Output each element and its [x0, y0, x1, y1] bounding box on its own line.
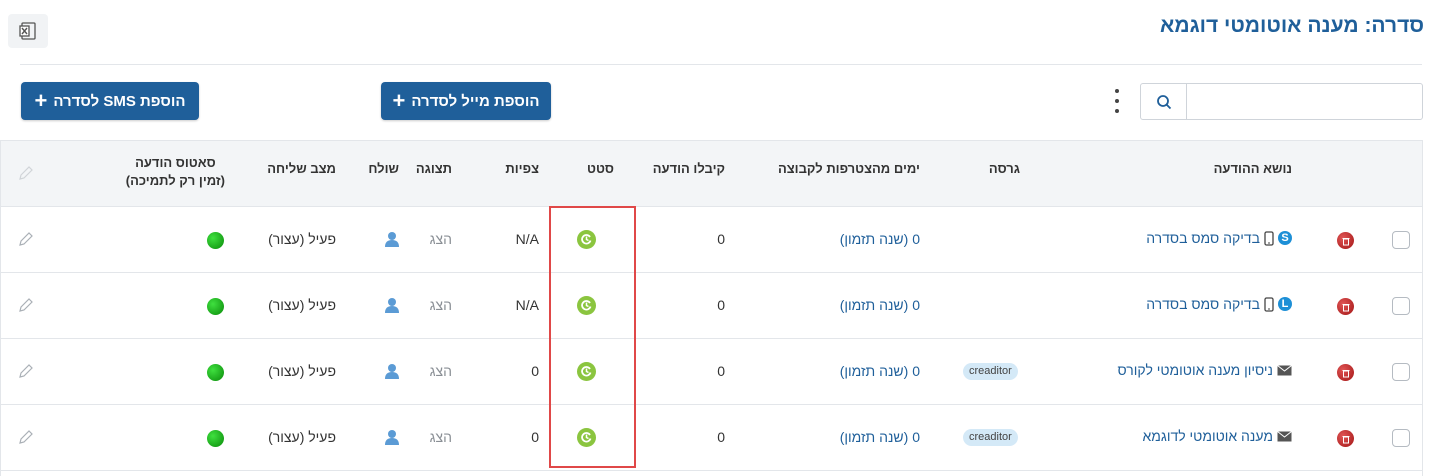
- page-title: סדרה: מענה אוטומטי דוגמא: [1160, 14, 1424, 37]
- message-subject[interactable]: ניסיון מענה אוטומטי לקורס: [1117, 362, 1292, 378]
- views-cell: N/A: [515, 297, 539, 313]
- user-icon: [385, 364, 399, 379]
- header-views[interactable]: צפיות: [505, 161, 539, 176]
- search-box: [1140, 83, 1423, 120]
- header-status-line2: (זמין רק לתמיכה): [125, 173, 225, 188]
- plus-icon: +: [34, 88, 48, 113]
- mobile-phone-icon: [1264, 230, 1274, 246]
- sms-badge-icon: L: [1278, 297, 1292, 311]
- header-version[interactable]: גרסה: [989, 161, 1020, 176]
- received-cell: 0: [717, 231, 725, 247]
- status-dot-icon: [207, 298, 224, 315]
- status-dot-icon: [207, 232, 224, 249]
- send-state-cell: פעיל (עצור): [268, 363, 336, 379]
- header-status-line1: סאטוס הודעה: [135, 155, 216, 170]
- days-cell[interactable]: 0 (שנה תזמון): [840, 429, 920, 445]
- search-icon: [1156, 94, 1171, 109]
- row-checkbox[interactable]: [1392, 429, 1410, 447]
- days-cell[interactable]: 0 (שנה תזמון): [840, 363, 920, 379]
- received-cell: 0: [717, 363, 725, 379]
- days-cell[interactable]: 0 (שנה תזמון): [840, 231, 920, 247]
- send-state-cell: פעיל (עצור): [268, 297, 336, 313]
- excel-export-icon: [19, 22, 36, 40]
- row-checkbox[interactable]: [1392, 231, 1410, 249]
- delete-icon[interactable]: [1337, 364, 1354, 381]
- edit-icon[interactable]: [18, 363, 34, 379]
- delete-icon[interactable]: [1337, 430, 1354, 447]
- subject-text: בדיקה סמס בסדרה: [1146, 230, 1260, 246]
- header-set[interactable]: סטט: [587, 161, 614, 176]
- plus-icon: +: [392, 88, 406, 113]
- row-checkbox[interactable]: [1392, 363, 1410, 381]
- delete-icon[interactable]: [1337, 232, 1354, 249]
- version-tag: creaditor: [963, 363, 1018, 380]
- excel-export-button[interactable]: [8, 14, 48, 48]
- days-cell[interactable]: 0 (שנה תזמון): [840, 297, 920, 313]
- search-input[interactable]: [1187, 84, 1422, 119]
- header-sender[interactable]: שולח: [368, 161, 399, 176]
- messages-table: נושא ההודעה גרסה ימים מהצטרפות לקבוצה קי…: [0, 140, 1423, 476]
- header-received[interactable]: קיבלו הודעה: [653, 161, 725, 176]
- envelope-icon: [1277, 364, 1292, 375]
- received-cell: 0: [717, 429, 725, 445]
- received-cell: 0: [717, 297, 725, 313]
- mobile-phone-icon: [1264, 296, 1274, 312]
- table-row[interactable]: L בדיקה סמס בסדרה 0 (שנה תזמון) 0 N/A הצ…: [1, 273, 1422, 339]
- edit-icon[interactable]: [18, 297, 34, 313]
- add-sms-button[interactable]: הוספת SMS לסדרה +: [21, 82, 199, 120]
- highlight-box: [549, 206, 636, 468]
- send-state-cell: פעיל (עצור): [268, 231, 336, 247]
- delete-icon[interactable]: [1337, 298, 1354, 315]
- display-link[interactable]: הצג: [430, 363, 452, 379]
- message-subject[interactable]: S בדיקה סמס בסדרה: [1146, 230, 1292, 246]
- header-divider: [20, 64, 1422, 65]
- header-status[interactable]: סאטוס הודעה (זמין רק לתמיכה): [126, 154, 225, 190]
- status-dot-icon: [207, 364, 224, 381]
- table-header: נושא ההודעה גרסה ימים מהצטרפות לקבוצה קי…: [1, 141, 1422, 207]
- search-button[interactable]: [1141, 84, 1187, 119]
- views-cell: N/A: [515, 231, 539, 247]
- edit-icon[interactable]: [18, 429, 34, 445]
- send-state-cell: פעיל (עצור): [268, 429, 336, 445]
- user-icon: [385, 430, 399, 445]
- subject-text: מענה אוטומטי לדוגמא: [1142, 428, 1273, 444]
- add-mail-label: הוספת מייל לסדרה: [411, 92, 540, 110]
- user-icon: [385, 298, 399, 313]
- table-row[interactable]: מענה אוטומטי לדוגמא creaditor 0 (שנה תזמ…: [1, 405, 1422, 471]
- status-dot-icon: [207, 430, 224, 447]
- sms-badge-icon: S: [1278, 231, 1292, 245]
- envelope-icon: [1277, 430, 1292, 441]
- display-link[interactable]: הצג: [430, 429, 452, 445]
- header-subject[interactable]: נושא ההודעה: [1214, 161, 1292, 176]
- header-display[interactable]: תצוגה: [416, 161, 452, 176]
- display-link[interactable]: הצג: [430, 297, 452, 313]
- subject-text: בדיקה סמס בסדרה: [1146, 296, 1260, 312]
- views-cell: 0: [531, 363, 539, 379]
- header-days[interactable]: ימים מהצטרפות לקבוצה: [778, 161, 920, 176]
- more-options-icon[interactable]: [1111, 89, 1123, 113]
- views-cell: 0: [531, 429, 539, 445]
- pencil-icon: [19, 166, 33, 180]
- table-row[interactable]: ניסיון מענה אוטומטי לקורס creaditor 0 (ש…: [1, 339, 1422, 405]
- edit-icon[interactable]: [18, 231, 34, 247]
- display-link[interactable]: הצג: [430, 231, 452, 247]
- version-tag: creaditor: [963, 429, 1018, 446]
- header-send-state[interactable]: מצב שליחה: [267, 161, 336, 176]
- message-subject[interactable]: מענה אוטומטי לדוגמא: [1143, 428, 1292, 444]
- user-icon: [385, 232, 399, 247]
- table-row[interactable]: S בדיקה סמס בסדרה 0 (שנה תזמון) 0 N/A הצ…: [1, 207, 1422, 273]
- add-sms-label: הוספת SMS לסדרה: [53, 92, 186, 110]
- subject-text: ניסיון מענה אוטומטי לקורס: [1117, 362, 1273, 378]
- row-checkbox[interactable]: [1392, 297, 1410, 315]
- message-subject[interactable]: L בדיקה סמס בסדרה: [1146, 296, 1292, 312]
- add-mail-button[interactable]: הוספת מייל לסדרה +: [381, 82, 551, 120]
